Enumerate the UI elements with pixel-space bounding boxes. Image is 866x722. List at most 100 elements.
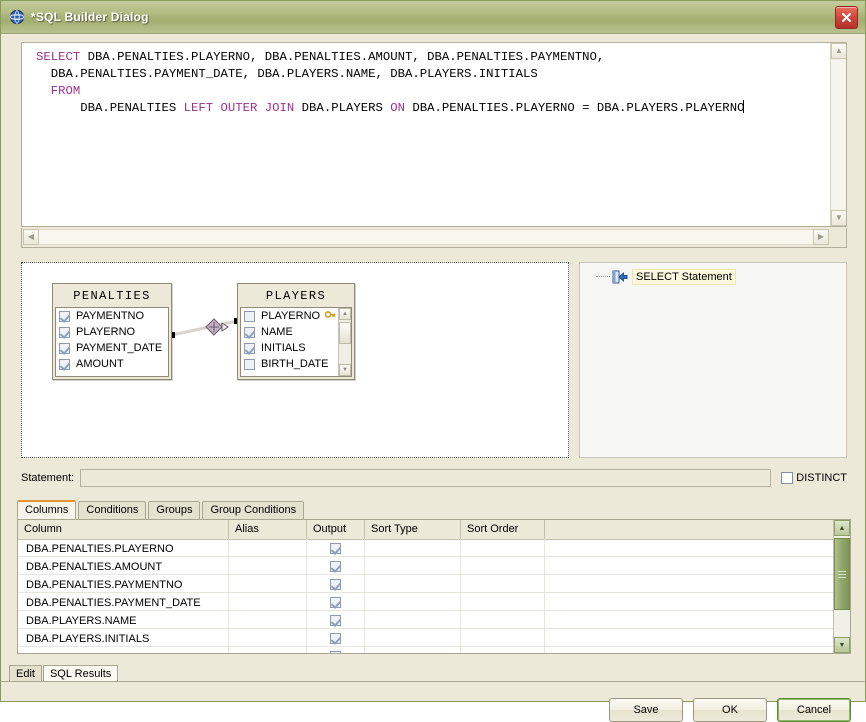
close-button[interactable] (835, 5, 858, 29)
grid-cell-output[interactable] (307, 647, 365, 653)
grid-cell[interactable] (545, 611, 833, 628)
grid-cell-output[interactable] (307, 629, 365, 646)
grid-cell-output[interactable] (307, 539, 365, 556)
grid-cell[interactable] (229, 539, 307, 556)
sql-editor-vertical-scrollbar[interactable]: ▲ ▼ (830, 43, 846, 226)
grid-cell[interactable] (18, 647, 229, 653)
grid-cell[interactable] (229, 647, 307, 653)
grid-cell[interactable] (545, 557, 833, 574)
grid-cell[interactable] (229, 593, 307, 610)
grid-cell-output[interactable] (307, 611, 365, 628)
output-checkbox[interactable] (330, 597, 341, 608)
grid-body[interactable]: DBA.PENALTIES.PLAYERNO DBA.PENALTIES.AMOU… (18, 539, 833, 653)
grid-cell[interactable] (365, 611, 461, 628)
grid-header-cell[interactable]: Output (307, 520, 365, 539)
join-diagram-canvas[interactable]: PENALTIES PAYMENTNO PLAYERNO PAYMENT_DATE AM… (21, 262, 569, 458)
grid-header-cell[interactable]: Sort Type (365, 520, 461, 539)
grid-cell[interactable]: DBA.PENALTIES.PAYMENTNO (18, 575, 229, 592)
entity-column-row[interactable]: PLAYERNO (241, 308, 351, 324)
entity-column-row[interactable]: NAME (241, 324, 351, 340)
grid-cell[interactable] (365, 575, 461, 592)
output-checkbox[interactable] (330, 579, 341, 590)
grid-cell[interactable] (365, 647, 461, 653)
grid-cell[interactable] (365, 593, 461, 610)
grid-row[interactable]: DBA.PENALTIES.PLAYERNO (18, 539, 833, 557)
scroll-right-button[interactable]: ▶ (813, 229, 829, 245)
grid-cell[interactable] (461, 539, 545, 556)
grid-scroll-thumb[interactable] (834, 538, 850, 610)
sql-text[interactable]: SELECT DBA.PENALTIES.PLAYERNO, DBA.PENAL… (22, 43, 830, 226)
grid-cell[interactable] (545, 647, 833, 653)
scroll-down-button[interactable]: ▼ (831, 210, 846, 226)
grid-cell[interactable] (365, 539, 461, 556)
entity-box[interactable]: PLAYERS PLAYERNO NAME INITIALS BIRTH_DATE ▲ ▼ (237, 283, 355, 380)
entity-column-row[interactable]: BIRTH_DATE (241, 356, 351, 372)
distinct-checkbox[interactable] (781, 472, 794, 484)
output-checkbox[interactable] (330, 615, 341, 626)
grid-cell[interactable]: DBA.PENALTIES.AMOUNT (18, 557, 229, 574)
grid-cell[interactable]: DBA.PLAYERS.INITIALS (18, 629, 229, 646)
tab-columns[interactable]: Columns (17, 500, 77, 519)
entity-scroll-down-button[interactable]: ▼ (339, 364, 351, 376)
scroll-left-button[interactable]: ◀ (23, 229, 39, 245)
grid-header-cell[interactable] (545, 520, 835, 539)
grid-row[interactable]: DBA.PENALTIES.PAYMENTNO (18, 575, 833, 593)
grid-cell[interactable] (461, 629, 545, 646)
grid-scroll-up-button[interactable]: ▲ (834, 520, 850, 536)
tree-item-select-statement[interactable]: SELECT Statement (596, 269, 846, 285)
grid-vertical-scrollbar[interactable]: ▲ ▼ (833, 520, 850, 653)
grid-cell[interactable] (461, 575, 545, 592)
sql-editor[interactable]: SELECT DBA.PENALTIES.PLAYERNO, DBA.PENAL… (21, 42, 847, 227)
entity-column-row[interactable]: PAYMENT_DATE (56, 340, 168, 356)
grid-cell[interactable] (229, 575, 307, 592)
column-checkbox[interactable] (59, 358, 70, 370)
grid-cell[interactable] (545, 629, 833, 646)
grid-row[interactable]: DBA.PENALTIES.AMOUNT (18, 557, 833, 575)
entity-column-row[interactable]: PLAYERNO (56, 324, 168, 340)
entity-column-row[interactable]: PAYMENTNO (56, 308, 168, 324)
grid-cell[interactable] (461, 557, 545, 574)
entity-column-row[interactable]: AMOUNT (56, 356, 168, 372)
entity-box[interactable]: PENALTIES PAYMENTNO PLAYERNO PAYMENT_DATE AM… (52, 283, 172, 380)
sql-editor-horizontal-scrollbar[interactable]: ◀ ▶ (21, 228, 847, 248)
column-checkbox[interactable] (59, 342, 70, 354)
distinct-checkbox-wrapper[interactable]: DISTINCT (781, 472, 847, 484)
grid-scroll-down-button[interactable]: ▼ (834, 637, 850, 653)
grid-cell[interactable] (461, 611, 545, 628)
column-checkbox[interactable] (244, 326, 255, 338)
grid-header-cell[interactable]: Column (18, 520, 229, 539)
column-checkbox[interactable] (244, 342, 255, 354)
grid-row[interactable]: DBA.PLAYERS.INITIALS (18, 629, 833, 647)
grid-cell[interactable] (545, 539, 833, 556)
grid-row[interactable] (18, 647, 833, 653)
bottom-tab-edit[interactable]: Edit (9, 665, 42, 682)
column-checkbox[interactable] (59, 310, 70, 322)
grid-cell[interactable] (229, 557, 307, 574)
tab-conditions[interactable]: Conditions (78, 501, 147, 519)
grid-cell[interactable] (461, 647, 545, 653)
grid-row[interactable]: DBA.PLAYERS.NAME (18, 611, 833, 629)
output-checkbox[interactable] (330, 561, 341, 572)
grid-cell[interactable]: DBA.PLAYERS.NAME (18, 611, 229, 628)
grid-cell[interactable] (545, 575, 833, 592)
grid-cell[interactable] (365, 557, 461, 574)
grid-cell[interactable] (229, 611, 307, 628)
columns-grid[interactable]: Column Alias Output Sort Type Sort Order DBA… (17, 519, 851, 654)
tab-groups[interactable]: Groups (148, 501, 201, 519)
grid-cell[interactable] (229, 629, 307, 646)
statement-input[interactable] (80, 469, 772, 487)
entity-scroll-thumb[interactable] (339, 322, 351, 344)
grid-header-cell[interactable]: Sort Order (461, 520, 545, 539)
statement-tree-panel[interactable]: SELECT Statement (579, 262, 847, 458)
output-checkbox[interactable] (330, 651, 341, 653)
entity-scroll-up-button[interactable]: ▲ (339, 308, 351, 320)
grid-cell[interactable] (461, 593, 545, 610)
entity-column-row[interactable]: INITIALS (241, 340, 351, 356)
grid-cell-output[interactable] (307, 593, 365, 610)
grid-cell[interactable]: DBA.PENALTIES.PLAYERNO (18, 539, 229, 556)
grid-cell[interactable] (365, 629, 461, 646)
grid-cell[interactable] (545, 593, 833, 610)
column-checkbox[interactable] (244, 310, 255, 322)
scroll-up-button[interactable]: ▲ (831, 43, 846, 59)
grid-header-cell[interactable]: Alias (229, 520, 307, 539)
